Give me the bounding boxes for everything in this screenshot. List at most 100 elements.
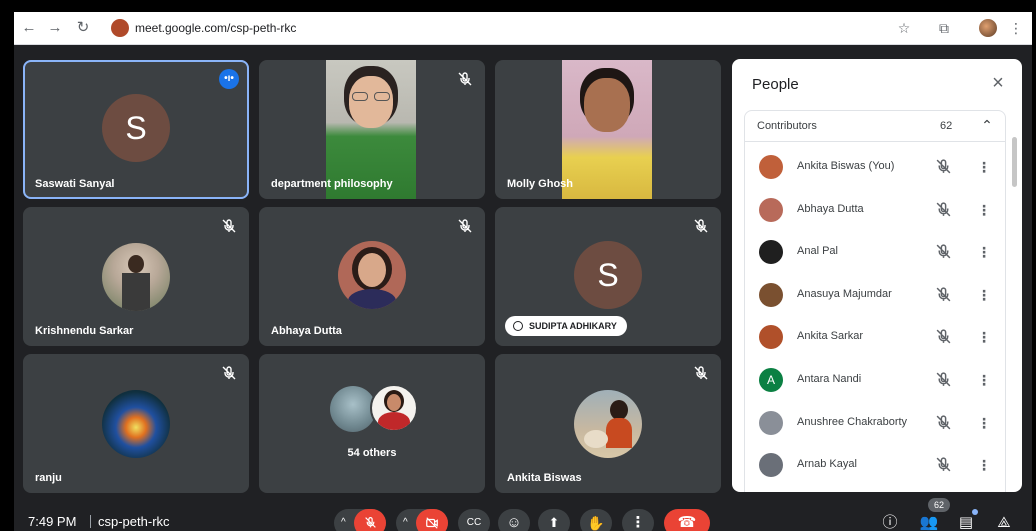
mic-off-icon <box>935 201 952 218</box>
close-icon[interactable]: × <box>988 73 1008 93</box>
captions-button[interactable]: CC <box>458 509 490 531</box>
raise-hand-button[interactable]: ✋ <box>580 509 612 531</box>
camera-off-icon <box>416 509 448 531</box>
mic-off-icon <box>935 243 952 260</box>
participant-name: Abhaya Dutta <box>797 202 864 215</box>
bookmark-star-icon[interactable]: ☆ <box>896 20 912 36</box>
avatar <box>759 240 783 265</box>
participant-list: Ankita Biswas (You) ⋮ Abhaya Dutta ⋮ Anal Pa… <box>744 142 1006 492</box>
participant-name: Krishnendu Sarkar <box>35 325 134 337</box>
leave-call-button[interactable]: ☎ <box>664 509 710 531</box>
avatar <box>102 243 170 311</box>
people-count-badge: 62 <box>928 498 950 512</box>
meeting-info-icon[interactable]: ⓘ <box>880 513 900 531</box>
more-vertical-icon[interactable]: ⋮ <box>977 285 991 305</box>
mic-off-icon <box>935 158 952 175</box>
activities-icon[interactable]: ⟁ <box>994 513 1014 531</box>
participant-name: Antara Nandi <box>797 373 862 385</box>
more-vertical-icon[interactable]: ⋮ <box>977 455 991 475</box>
mic-control[interactable]: ^ <box>334 509 386 531</box>
avatar <box>759 155 783 179</box>
participant-row[interactable]: Anushree Chakraborty ⋮ <box>745 402 1005 444</box>
participant-name: Molly Ghosh <box>507 178 573 190</box>
avatar <box>759 410 783 435</box>
participant-row[interactable]: Arnab Kayal ⋮ <box>745 444 1005 486</box>
contributors-section-header[interactable]: Contributors 62 ⌃ <box>744 110 1006 142</box>
chat-icon[interactable]: ▤ <box>956 513 976 531</box>
participant-row[interactable]: Ankita Biswas (You) ⋮ <box>745 146 1005 188</box>
others-count-label: 54 others <box>347 447 397 459</box>
more-vertical-icon[interactable]: ⋮ <box>977 370 991 390</box>
hand-icon: ✋ <box>587 515 605 531</box>
chevron-up-icon[interactable]: ⌃ <box>979 117 995 133</box>
mic-off-icon <box>457 71 473 87</box>
participant-tile[interactable]: S SUDIPTA ADHIKARY <box>495 207 721 346</box>
forward-icon[interactable]: → <box>46 19 64 37</box>
bottom-toolbar: 7:49 PM csp-peth-rkc ^ ^ CC ☺ ⬆ ✋ ⋮ ☎ ⓘ <box>14 498 1032 531</box>
mic-off-icon <box>693 218 709 234</box>
presenter-pill: SUDIPTA ADHIKARY <box>505 316 627 336</box>
camera-control[interactable]: ^ <box>396 509 448 531</box>
mic-off-icon <box>693 365 709 381</box>
participant-tile[interactable]: Molly Ghosh <box>495 60 721 199</box>
meet-window: ← → ↻ meet.google.com/csp-peth-rkc ☆ ⧉ ⋮… <box>14 12 1032 531</box>
chevron-up-icon[interactable]: ^ <box>403 509 408 531</box>
section-label: Contributors <box>757 120 817 132</box>
participant-name: Anal Pal <box>797 245 838 258</box>
more-vertical-icon[interactable]: ⋮ <box>977 200 991 220</box>
chevron-up-icon[interactable]: ^ <box>341 509 346 531</box>
more-vertical-icon: ⋮ <box>630 514 646 531</box>
participant-name: department philosophy <box>271 178 393 190</box>
reload-icon[interactable]: ↻ <box>74 19 92 37</box>
people-panel: People × Contributors 62 ⌃ Ankita Biswas… <box>732 59 1022 492</box>
mic-off-icon <box>935 328 952 345</box>
others-tile[interactable]: 54 others <box>259 354 485 493</box>
profile-avatar[interactable] <box>979 19 997 37</box>
participant-row[interactable]: Abhaya Dutta ⋮ <box>745 189 1005 231</box>
participant-row[interactable]: Ankita Sarkar ⋮ <box>745 316 1005 358</box>
more-options-button[interactable]: ⋮ <box>622 509 654 531</box>
camera-toggle-button[interactable] <box>416 509 448 531</box>
mic-off-icon <box>457 218 473 234</box>
people-icon[interactable]: 👥 <box>919 513 939 531</box>
mic-off-icon <box>935 286 952 303</box>
more-vertical-icon[interactable]: ⋮ <box>977 413 991 433</box>
participant-tile[interactable]: •ı• S Saswati Sanyal <box>23 60 249 199</box>
more-vertical-icon[interactable]: ⋮ <box>977 327 991 347</box>
participant-tile[interactable]: ranju <box>23 354 249 493</box>
avatar <box>759 453 783 478</box>
more-vertical-icon[interactable]: ⋮ <box>977 157 991 177</box>
participant-tile[interactable]: Krishnendu Sarkar <box>23 207 249 346</box>
extensions-icon[interactable]: ⧉ <box>936 20 952 36</box>
participant-row[interactable]: Anal Pal ⋮ <box>745 231 1005 273</box>
mic-off-icon <box>935 371 952 388</box>
address-bar[interactable]: meet.google.com/csp-peth-rkc <box>135 21 296 35</box>
panel-scrollbar[interactable] <box>1012 137 1017 187</box>
avatar <box>759 282 783 307</box>
avatar <box>370 384 418 432</box>
mic-off-icon <box>935 456 952 473</box>
avatar <box>102 390 170 458</box>
participant-name: Ankita Biswas <box>507 472 582 484</box>
more-vertical-icon[interactable]: ⋮ <box>977 242 991 262</box>
participant-tile[interactable]: Abhaya Dutta <box>259 207 485 346</box>
participant-name: ranju <box>35 472 62 484</box>
mic-off-icon <box>221 365 237 381</box>
browser-toolbar: ← → ↻ meet.google.com/csp-peth-rkc ☆ ⧉ ⋮ <box>14 12 1032 45</box>
mic-toggle-button[interactable] <box>354 509 386 531</box>
mic-off-icon <box>935 414 952 431</box>
meeting-code: csp-peth-rkc <box>98 514 170 529</box>
participant-name: Ankita Sarkar <box>797 330 864 343</box>
participant-tile[interactable]: department philosophy <box>259 60 485 199</box>
reactions-button[interactable]: ☺ <box>498 509 530 531</box>
participant-name: Saswati Sanyal <box>35 178 115 190</box>
present-button[interactable]: ⬆ <box>538 509 570 531</box>
section-count: 62 <box>940 120 953 132</box>
participant-row[interactable]: A Antara Nandi ⋮ <box>745 359 1005 401</box>
browser-menu-icon[interactable]: ⋮ <box>1008 20 1024 36</box>
clock: 7:49 PM <box>28 514 77 529</box>
participant-row[interactable]: Anasuya Majumdar ⋮ <box>745 274 1005 316</box>
participant-tile[interactable]: Ankita Biswas <box>495 354 721 493</box>
site-info-icon[interactable] <box>111 19 129 37</box>
back-icon[interactable]: ← <box>20 19 38 37</box>
